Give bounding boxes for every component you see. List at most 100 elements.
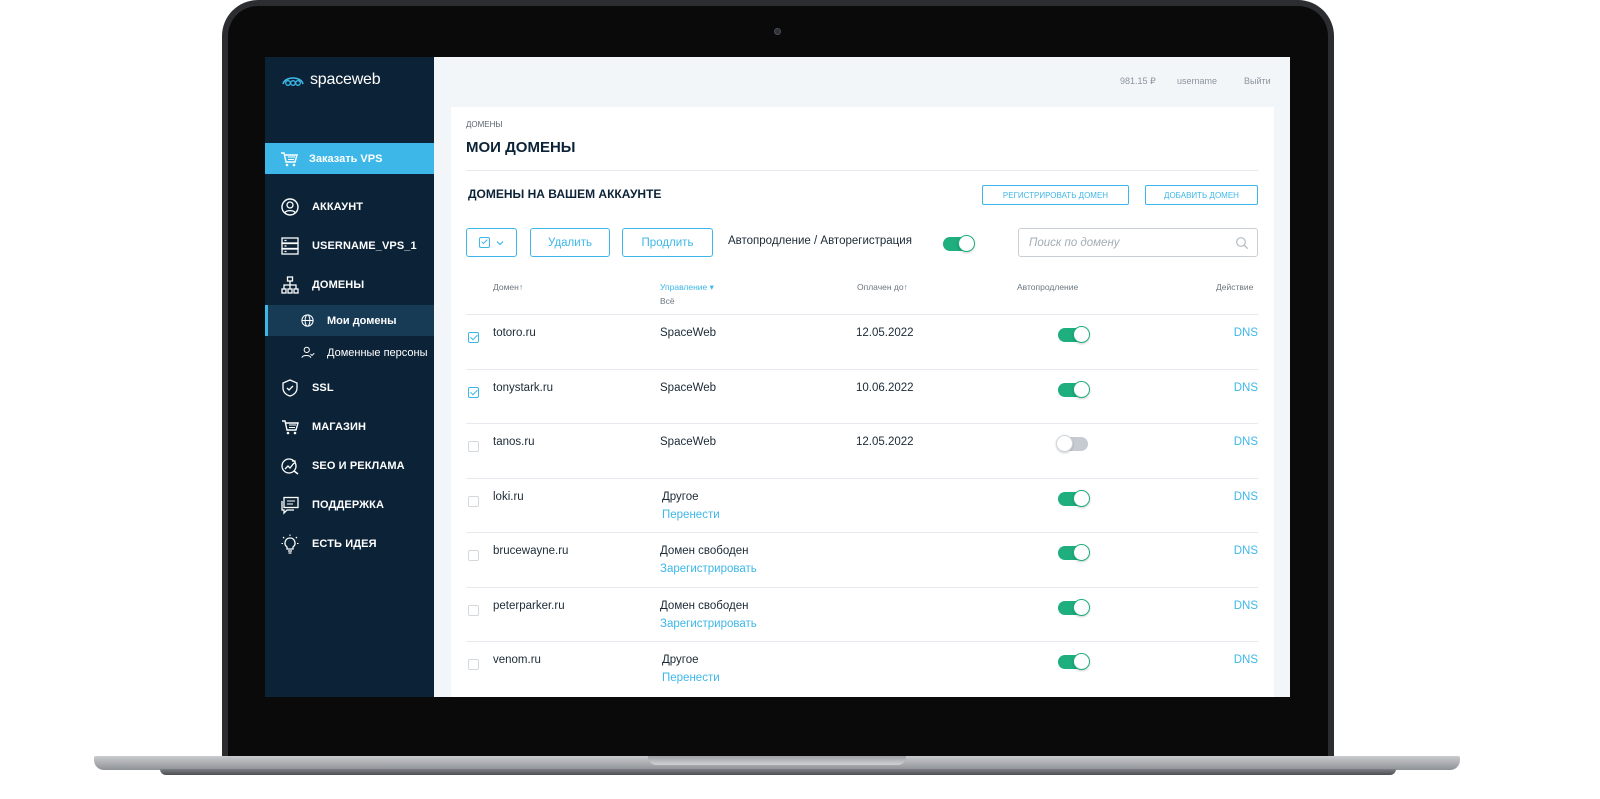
divider bbox=[466, 170, 1258, 171]
row-checkbox[interactable] bbox=[468, 550, 479, 561]
autorenew-label: Автопродление / Авторегистрация bbox=[728, 235, 912, 247]
sidebar-item-vps[interactable]: USERNAME_VPS_1 bbox=[265, 231, 434, 261]
column-header-autorenew: Автопродление bbox=[1017, 282, 1079, 292]
search-field[interactable] bbox=[1018, 228, 1258, 257]
column-header-management[interactable]: Управление ▾ bbox=[660, 282, 714, 293]
cart-icon bbox=[279, 149, 299, 169]
table-row: totoro.ru SpaceWeb 12.05.2022 DNS bbox=[451, 315, 1274, 369]
order-vps-button[interactable]: Заказать VPS bbox=[265, 143, 434, 174]
sitemap-icon bbox=[280, 275, 300, 295]
management-status: SpaceWeb bbox=[660, 436, 717, 448]
management-status: Другое bbox=[662, 654, 699, 666]
row-checkbox[interactable] bbox=[468, 332, 479, 343]
row-checkbox[interactable] bbox=[468, 605, 479, 616]
dns-link[interactable]: DNS bbox=[1234, 382, 1258, 394]
sidebar-item-label: USERNAME_VPS_1 bbox=[312, 240, 417, 252]
management-filter-value[interactable]: Всё bbox=[660, 296, 675, 306]
autorenew-toggle[interactable] bbox=[1058, 490, 1090, 507]
management-status: Домен свободен bbox=[660, 545, 749, 557]
chart-search-icon bbox=[280, 456, 300, 476]
sidebar-item-label: ДОМЕНЫ bbox=[312, 279, 365, 291]
dns-link[interactable]: DNS bbox=[1234, 436, 1258, 448]
dns-link[interactable]: DNS bbox=[1234, 545, 1258, 557]
domain-name[interactable]: tonystark.ru bbox=[493, 382, 553, 394]
spaceweb-logo-icon bbox=[282, 77, 304, 86]
username[interactable]: username bbox=[1177, 76, 1217, 86]
renew-button[interactable]: Продлить bbox=[622, 228, 713, 257]
row-checkbox[interactable] bbox=[468, 659, 479, 670]
column-header-paid-until[interactable]: Оплачен до↑ bbox=[857, 282, 908, 292]
sidebar-subitem-label: Мои домены bbox=[327, 314, 397, 327]
dns-link[interactable]: DNS bbox=[1234, 654, 1258, 666]
server-icon bbox=[280, 236, 300, 256]
sidebar-item-label: ЕСТЬ ИДЕЯ bbox=[312, 538, 377, 550]
sidebar-subitem-my-domains[interactable]: Мои домены bbox=[265, 305, 434, 336]
order-vps-label: Заказать VPS bbox=[309, 152, 383, 165]
sidebar-item-label: АККАУНТ bbox=[312, 201, 364, 213]
table-row: loki.ru Другое Перенести DNS bbox=[451, 479, 1274, 533]
add-domain-button[interactable]: ДОБАВИТЬ ДОМЕН bbox=[1145, 185, 1258, 205]
management-status: Другое bbox=[662, 491, 699, 503]
autorenew-global-toggle[interactable] bbox=[943, 235, 975, 252]
shield-check-icon bbox=[280, 378, 300, 398]
management-action-link[interactable]: Зарегистрировать bbox=[660, 563, 757, 575]
sidebar-item-support[interactable]: ПОДДЕРЖКА bbox=[265, 490, 434, 520]
dns-link[interactable]: DNS bbox=[1234, 491, 1258, 503]
autorenew-toggle[interactable] bbox=[1058, 326, 1090, 343]
chat-icon bbox=[280, 495, 300, 515]
domain-name[interactable]: loki.ru bbox=[493, 491, 524, 503]
paid-until-date: 12.05.2022 bbox=[856, 327, 914, 339]
row-checkbox[interactable] bbox=[468, 441, 479, 452]
page-title: МОИ ДОМЕНЫ bbox=[466, 139, 576, 156]
search-input[interactable] bbox=[1029, 236, 1229, 249]
sidebar-item-account[interactable]: АККАУНТ bbox=[265, 192, 434, 222]
management-action-link[interactable]: Перенести bbox=[662, 672, 720, 684]
section-title: ДОМЕНЫ НА ВАШЕМ АККАУНТЕ bbox=[468, 187, 662, 201]
logout-link[interactable]: Выйти bbox=[1244, 76, 1271, 86]
domain-name[interactable]: peterparker.ru bbox=[493, 600, 565, 612]
management-status: SpaceWeb bbox=[660, 382, 717, 394]
column-header-action: Действие bbox=[1216, 282, 1254, 292]
sidebar: spaceweb Заказать VPS АККАУНТ USERNAME_V… bbox=[265, 57, 434, 697]
autorenew-toggle[interactable] bbox=[1056, 435, 1088, 452]
table-row: peterparker.ru Домен свободен Зарегистриро… bbox=[451, 588, 1274, 642]
management-action-link[interactable]: Зарегистрировать bbox=[660, 618, 757, 630]
sidebar-item-idea[interactable]: ЕСТЬ ИДЕЯ bbox=[265, 529, 434, 559]
select-all-dropdown[interactable] bbox=[466, 228, 517, 257]
autorenew-toggle[interactable] bbox=[1058, 381, 1090, 398]
lightbulb-icon bbox=[280, 534, 300, 554]
logo[interactable]: spaceweb bbox=[281, 71, 381, 89]
chevron-down-icon bbox=[496, 240, 504, 245]
autorenew-toggle[interactable] bbox=[1058, 544, 1090, 561]
domain-name[interactable]: brucewayne.ru bbox=[493, 545, 568, 557]
sidebar-subitem-domain-persons[interactable]: Доменные персоны bbox=[265, 337, 434, 368]
management-action-link[interactable]: Перенести bbox=[662, 509, 720, 521]
delete-button[interactable]: Удалить bbox=[530, 228, 610, 257]
row-checkbox[interactable] bbox=[468, 387, 479, 398]
domain-name[interactable]: totoro.ru bbox=[493, 327, 536, 339]
domain-name[interactable]: venom.ru bbox=[493, 654, 541, 666]
register-domain-button[interactable]: РЕГИСТРИРОВАТЬ ДОМЕН bbox=[982, 185, 1129, 205]
row-checkbox[interactable] bbox=[468, 496, 479, 507]
sidebar-item-seo[interactable]: SEO И РЕКЛАМА bbox=[265, 451, 434, 481]
checkbox-icon bbox=[479, 237, 490, 248]
sidebar-item-domains[interactable]: ДОМЕНЫ bbox=[265, 270, 434, 300]
search-icon[interactable] bbox=[1235, 236, 1249, 250]
column-header-domain[interactable]: Домен↑ bbox=[493, 282, 523, 292]
table-row: venom.ru Другое Перенести DNS bbox=[451, 642, 1274, 696]
breadcrumb[interactable]: ДОМЕНЫ bbox=[466, 120, 503, 129]
dns-link[interactable]: DNS bbox=[1234, 327, 1258, 339]
paid-until-date: 12.05.2022 bbox=[856, 436, 914, 448]
sidebar-item-label: ПОДДЕРЖКА bbox=[312, 499, 385, 511]
balance[interactable]: 981.15 ₽ bbox=[1120, 76, 1156, 87]
sidebar-item-ssl[interactable]: SSL bbox=[265, 373, 434, 403]
autorenew-toggle[interactable] bbox=[1058, 653, 1090, 670]
sidebar-item-shop[interactable]: МАГАЗИН bbox=[265, 412, 434, 442]
dns-link[interactable]: DNS bbox=[1234, 600, 1258, 612]
autorenew-toggle[interactable] bbox=[1058, 599, 1090, 616]
user-circle-icon bbox=[280, 197, 300, 217]
management-status: Домен свободен bbox=[660, 600, 749, 612]
table-row: tonystark.ru SpaceWeb 10.06.2022 DNS bbox=[451, 370, 1274, 424]
content-panel: ДОМЕНЫ МОИ ДОМЕНЫ ДОМЕНЫ НА ВАШЕМ АККАУН… bbox=[451, 107, 1274, 697]
domain-name[interactable]: tanos.ru bbox=[493, 436, 535, 448]
